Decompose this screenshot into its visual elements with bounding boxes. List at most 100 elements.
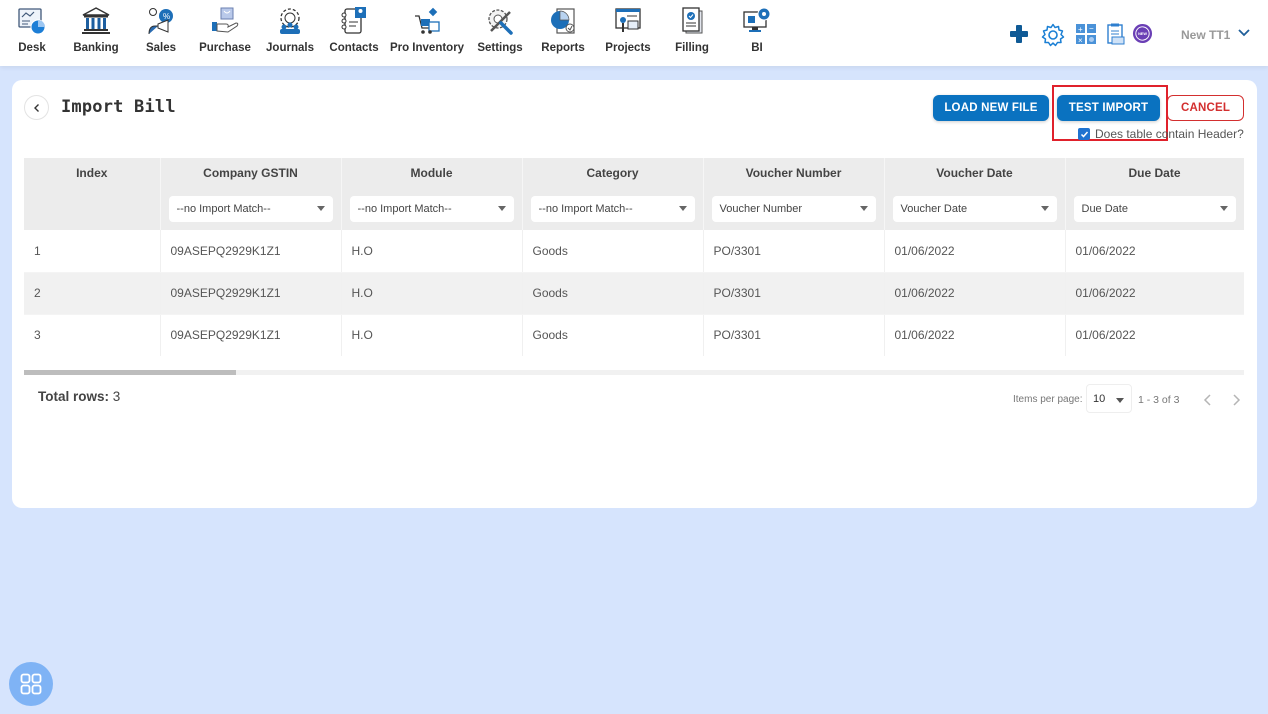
checkbox-checked-icon[interactable] bbox=[1078, 128, 1090, 140]
cell-index: 1 bbox=[24, 230, 161, 273]
company-gstin-mapping-select[interactable]: --no Import Match-- bbox=[168, 195, 333, 222]
cell-due-date: 01/06/2022 bbox=[1065, 230, 1244, 273]
bank-icon bbox=[82, 7, 110, 34]
items-per-page-label: Items per page: bbox=[1013, 394, 1083, 405]
nav-projects[interactable]: Projects bbox=[605, 6, 651, 60]
column-header-due-date: Due Date bbox=[1065, 158, 1244, 187]
nav-pro-inventory[interactable]: Pro Inventory bbox=[390, 6, 464, 60]
nav-banking[interactable]: Banking bbox=[73, 6, 119, 60]
due-date-mapping-select[interactable]: Due Date bbox=[1073, 195, 1236, 222]
cell-category: Goods bbox=[522, 230, 704, 273]
cell-company-gstin: 09ASEPQ2929K1Z1 bbox=[160, 230, 342, 273]
gear-icon[interactable] bbox=[1041, 22, 1065, 48]
table-row: 1 09ASEPQ2929K1Z1 H.O Goods PO/3301 01/0… bbox=[24, 230, 1244, 273]
svg-text:×: × bbox=[1078, 36, 1083, 45]
nav-label: Filling bbox=[675, 42, 709, 54]
nav-journals[interactable]: Journals bbox=[265, 6, 315, 60]
voucher-date-mapping-select[interactable]: Voucher Date bbox=[892, 195, 1057, 222]
svg-text:NEW: NEW bbox=[1138, 32, 1147, 36]
total-rows-value: 3 bbox=[112, 389, 121, 404]
nav-label: Reports bbox=[541, 42, 585, 54]
scrollbar-thumb[interactable] bbox=[24, 370, 236, 375]
cell-due-date: 01/06/2022 bbox=[1065, 314, 1244, 356]
cell-due-date: 01/06/2022 bbox=[1065, 272, 1244, 315]
nav-desk[interactable]: Desk bbox=[15, 6, 49, 60]
nav-label: Purchase bbox=[199, 42, 251, 54]
svg-text:−: − bbox=[1089, 24, 1094, 33]
cell-index: 3 bbox=[24, 314, 161, 356]
cell-voucher-number: PO/3301 bbox=[703, 272, 885, 315]
cell-module: H.O bbox=[341, 230, 523, 273]
settings-tools-icon bbox=[488, 9, 513, 35]
new-badge-icon[interactable]: NEW bbox=[1132, 23, 1153, 44]
cell-voucher-date: 01/06/2022 bbox=[884, 230, 1066, 273]
nav-label: Pro Inventory bbox=[389, 42, 465, 54]
import-table: Index Company GSTIN Module Category Vouc… bbox=[24, 158, 1244, 356]
caret-down-icon bbox=[316, 206, 325, 211]
mapping-cell-empty bbox=[24, 187, 161, 230]
nav-label: Desk bbox=[18, 42, 46, 54]
plus-icon[interactable] bbox=[1008, 23, 1030, 45]
nav-label: Projects bbox=[605, 42, 651, 54]
nav-reports[interactable]: Reports bbox=[541, 6, 585, 60]
caret-down-icon bbox=[1219, 206, 1228, 211]
cell-voucher-date: 01/06/2022 bbox=[884, 314, 1066, 356]
horizontal-scrollbar[interactable] bbox=[24, 370, 1244, 375]
nav-label: Banking bbox=[73, 42, 119, 54]
table-row: 3 09ASEPQ2929K1Z1 H.O Goods PO/3301 01/0… bbox=[24, 314, 1244, 356]
user-name[interactable]: New TT1 bbox=[1181, 28, 1230, 42]
journals-icon bbox=[280, 8, 300, 34]
next-page-button[interactable] bbox=[1230, 393, 1242, 407]
column-header-company-gstin: Company GSTIN bbox=[160, 158, 342, 187]
cell-module: H.O bbox=[341, 314, 523, 356]
cell-index: 2 bbox=[24, 272, 161, 315]
nav-label: BI bbox=[751, 42, 763, 54]
test-import-button[interactable]: TEST IMPORT bbox=[1057, 95, 1160, 121]
previous-page-button[interactable] bbox=[1202, 393, 1214, 407]
nav-settings[interactable]: Settings bbox=[477, 6, 523, 60]
cancel-button[interactable]: CANCEL bbox=[1167, 95, 1244, 121]
nav-contacts[interactable]: Contacts bbox=[329, 6, 379, 60]
cell-voucher-number: PO/3301 bbox=[703, 314, 885, 356]
cell-category: Goods bbox=[522, 314, 704, 356]
nav-sales[interactable]: % Sales bbox=[144, 6, 178, 60]
page-title: Import Bill bbox=[61, 97, 176, 117]
cell-company-gstin: 09ASEPQ2929K1Z1 bbox=[160, 272, 342, 315]
projects-icon bbox=[615, 8, 641, 32]
calculator-icon[interactable]: + − × bbox=[1075, 23, 1097, 45]
grid-icon bbox=[20, 673, 42, 695]
total-rows: Total rows: 3 bbox=[38, 389, 120, 404]
notes-icon[interactable] bbox=[1107, 23, 1125, 45]
contacts-icon bbox=[341, 7, 366, 34]
nav-label: Settings bbox=[477, 42, 523, 54]
chevron-down-icon[interactable] bbox=[1237, 27, 1251, 39]
voucher-number-mapping-select[interactable]: Voucher Number bbox=[711, 195, 876, 222]
cell-voucher-number: PO/3301 bbox=[703, 230, 885, 273]
sales-icon: % bbox=[148, 8, 173, 35]
total-rows-label: Total rows: bbox=[38, 389, 110, 404]
column-header-category: Category bbox=[522, 158, 704, 187]
caret-down-icon bbox=[678, 206, 687, 211]
cell-company-gstin: 09ASEPQ2929K1Z1 bbox=[160, 314, 342, 356]
inventory-icon bbox=[415, 7, 440, 34]
nav-purchase[interactable]: Purchase bbox=[199, 6, 251, 60]
nav-label: Journals bbox=[266, 42, 314, 54]
module-mapping-select[interactable]: --no Import Match-- bbox=[349, 195, 514, 222]
caret-down-icon bbox=[497, 206, 506, 211]
nav-label: Sales bbox=[145, 42, 177, 54]
filling-icon bbox=[682, 7, 703, 34]
table-has-header-checkbox[interactable]: Does table contain Header? bbox=[1078, 127, 1244, 141]
category-mapping-select[interactable]: --no Import Match-- bbox=[530, 195, 695, 222]
purchase-icon bbox=[212, 7, 239, 33]
back-button[interactable] bbox=[24, 95, 49, 120]
column-header-index: Index bbox=[24, 158, 161, 187]
table-header-row: Index Company GSTIN Module Category Vouc… bbox=[24, 158, 1244, 187]
load-new-file-button[interactable]: LOAD NEW FILE bbox=[933, 95, 1049, 121]
nav-filling[interactable]: Filling bbox=[671, 6, 713, 60]
import-bill-card: Import Bill LOAD NEW FILE TEST IMPORT CA… bbox=[12, 80, 1257, 508]
apps-menu-button[interactable] bbox=[9, 662, 53, 706]
nav-bi[interactable]: BI bbox=[742, 6, 772, 60]
items-per-page-select[interactable]: 10 bbox=[1086, 384, 1132, 413]
top-navigation-bar: Desk Banking % Sales Purchase Journals C… bbox=[0, 0, 1268, 66]
caret-down-icon bbox=[1040, 206, 1049, 211]
